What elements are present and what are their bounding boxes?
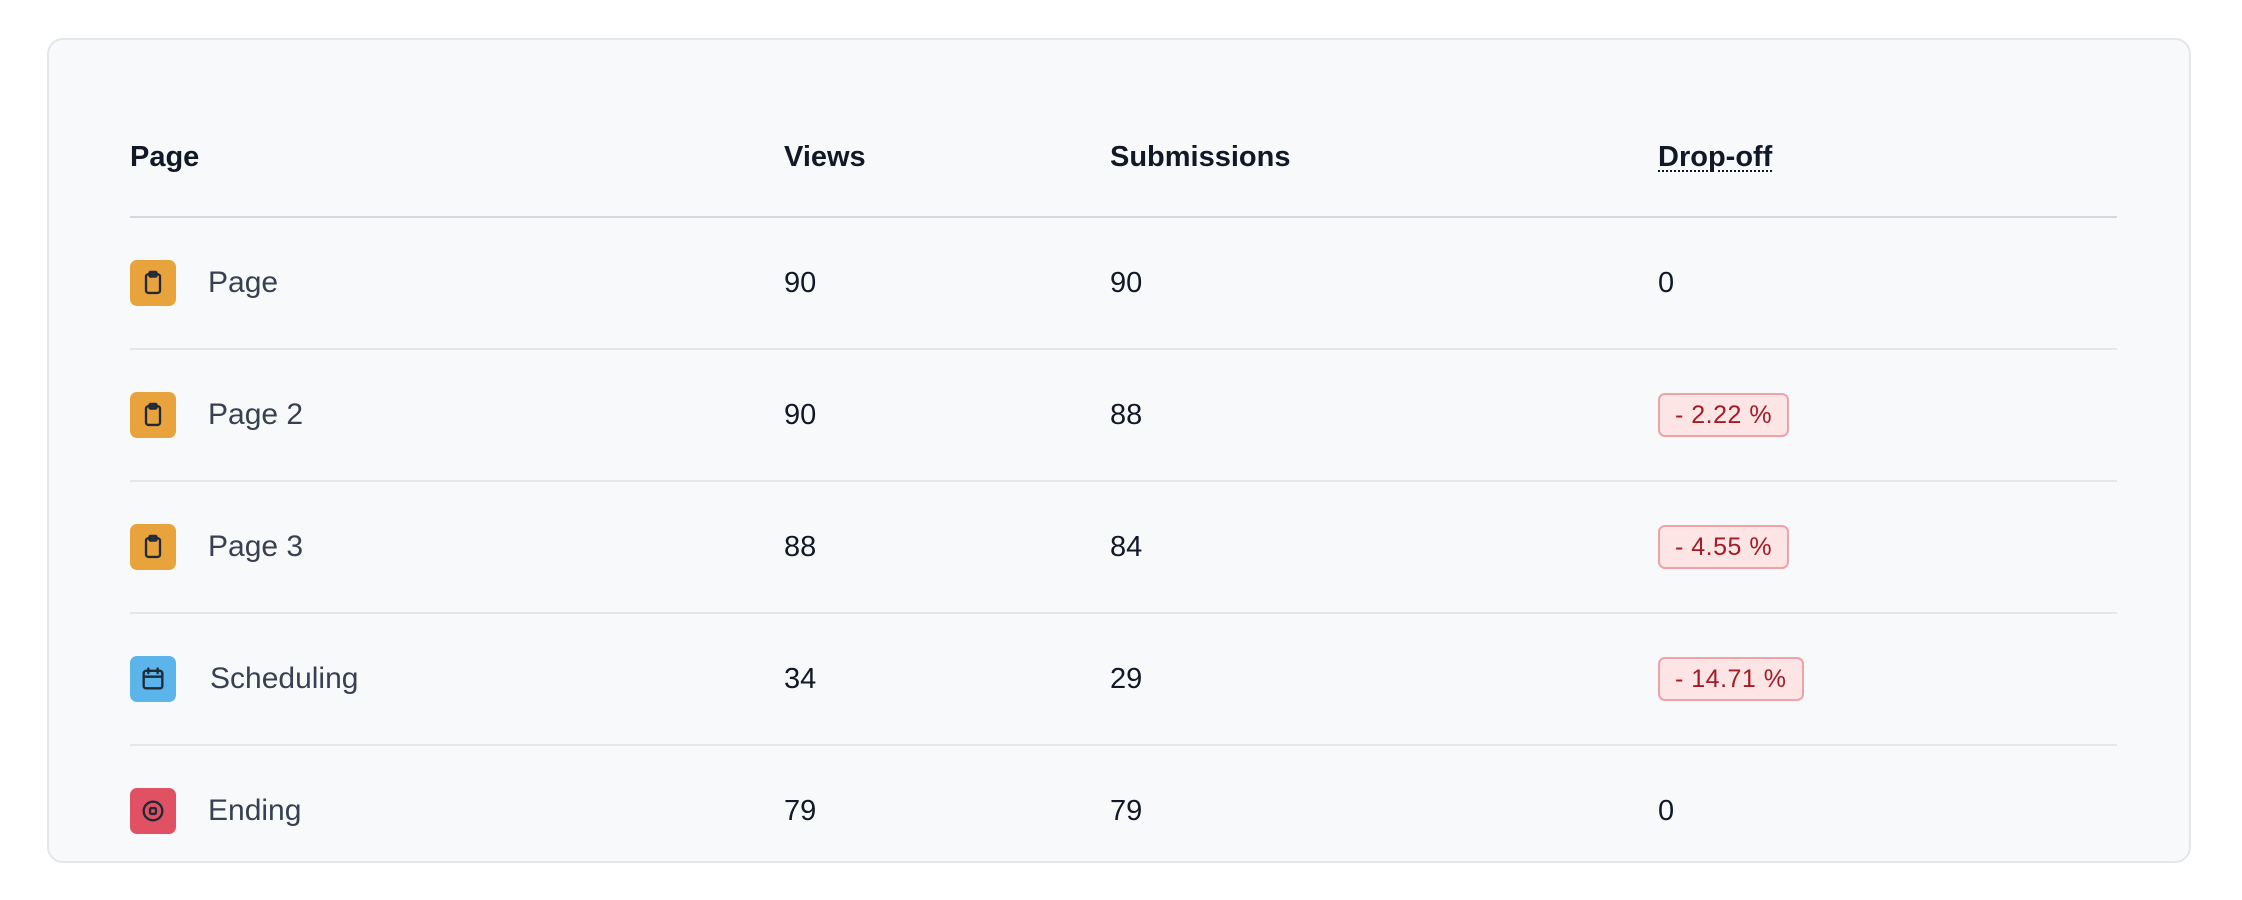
table-row: Scheduling 34 29 - 14.71 %	[130, 614, 2117, 746]
page-name: Page	[208, 266, 279, 299]
views-value: 88	[784, 530, 817, 563]
clipboard-icon	[130, 260, 176, 306]
header-page: Page	[130, 140, 200, 173]
submissions-value: 79	[1110, 794, 1143, 827]
views-value: 90	[784, 398, 817, 431]
table-row: Page 90 90 0	[130, 218, 2117, 350]
page-cell: Scheduling	[130, 614, 358, 744]
clipboard-icon	[130, 524, 176, 570]
table-header: Page Views Submissions Drop-off	[130, 106, 2117, 218]
page-name: Scheduling	[210, 662, 359, 695]
page-cell: Page 2	[130, 350, 303, 480]
dropoff-table: Page Views Submissions Drop-off Page 90 …	[130, 106, 2117, 876]
page-cell: Page	[130, 218, 278, 348]
stop-circle-icon	[130, 788, 176, 834]
page-name: Page 2	[208, 398, 304, 431]
dropoff-table-card: Page Views Submissions Drop-off Page 90 …	[47, 38, 2191, 863]
submissions-value: 29	[1110, 662, 1143, 695]
header-submissions: Submissions	[1110, 140, 1291, 173]
clipboard-icon	[130, 392, 176, 438]
page-cell: Ending	[130, 746, 301, 876]
views-value: 90	[784, 266, 817, 299]
table-row: Page 3 88 84 - 4.55 %	[130, 482, 2117, 614]
table-row: Page 2 90 88 - 2.22 %	[130, 350, 2117, 482]
submissions-value: 88	[1110, 398, 1143, 431]
page-cell: Page 3	[130, 482, 303, 612]
dropoff-cell: - 2.22 %	[1658, 350, 1790, 480]
dropoff-badge: - 4.55 %	[1658, 525, 1790, 569]
submissions-value: 90	[1110, 266, 1143, 299]
dropoff-tooltip-label[interactable]: Drop-off	[1658, 141, 1772, 174]
page-name: Ending	[208, 794, 302, 827]
dropoff-cell: - 14.71 %	[1658, 614, 1804, 744]
views-value: 34	[784, 662, 817, 695]
dropoff-value: 0	[1658, 794, 1675, 827]
dropoff-badge: - 14.71 %	[1658, 657, 1804, 701]
dropoff-value: 0	[1658, 266, 1675, 299]
views-value: 79	[784, 794, 817, 827]
header-dropoff[interactable]: Drop-off	[1658, 102, 1772, 212]
dropoff-cell: - 4.55 %	[1658, 482, 1790, 612]
table-row: Ending 79 79 0	[130, 746, 2117, 876]
header-views: Views	[784, 140, 866, 173]
submissions-value: 84	[1110, 530, 1143, 563]
page-name: Page 3	[208, 530, 304, 563]
calendar-icon	[130, 656, 176, 702]
dropoff-badge: - 2.22 %	[1658, 393, 1790, 437]
